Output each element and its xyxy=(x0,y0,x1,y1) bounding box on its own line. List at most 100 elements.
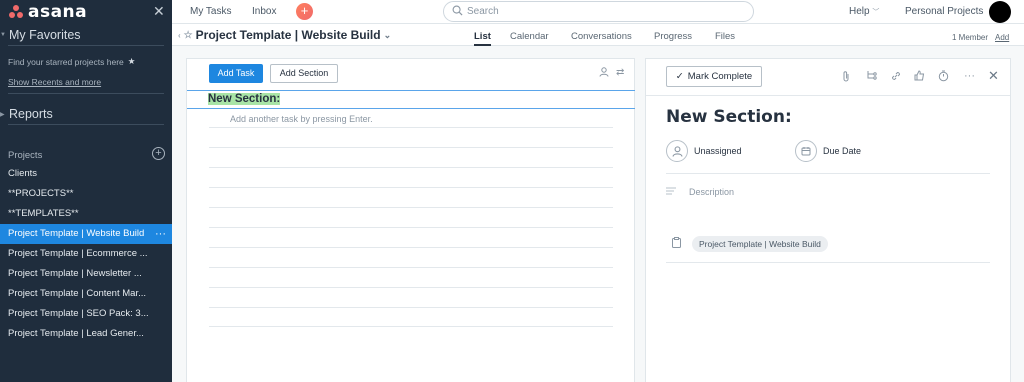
due-date-label: Due Date xyxy=(823,146,862,156)
divider xyxy=(8,45,164,46)
my-tasks-link[interactable]: My Tasks xyxy=(190,6,232,17)
mark-complete-label: Mark Complete xyxy=(687,71,753,82)
timer-icon[interactable] xyxy=(938,70,949,85)
sidebar-project-website-build[interactable]: Project Template | Website Build ··· xyxy=(0,224,172,244)
section-title-text: New Section: xyxy=(208,93,281,105)
description-placeholder: Description xyxy=(689,187,735,197)
search-icon xyxy=(452,5,463,19)
task-row[interactable] xyxy=(209,127,613,128)
chevron-down-icon[interactable]: ⌄ xyxy=(384,30,392,41)
more-options-icon[interactable]: ··· xyxy=(155,224,166,244)
divider xyxy=(8,93,164,94)
like-icon[interactable] xyxy=(914,70,925,84)
tab-files[interactable]: Files xyxy=(715,31,735,42)
projects-label: Projects xyxy=(8,150,43,161)
my-favorites-title: My Favorites xyxy=(9,28,81,42)
star-outline-icon[interactable]: ☆ xyxy=(184,30,193,41)
sidebar-project-newsletter[interactable]: Project Template | Newsletter ... xyxy=(0,264,172,284)
close-icon[interactable]: ✕ xyxy=(988,68,999,84)
link-icon[interactable] xyxy=(890,70,902,85)
add-project-icon[interactable]: + xyxy=(152,147,165,160)
asana-logo-icon xyxy=(8,5,24,19)
add-member-link[interactable]: Add xyxy=(995,33,1009,42)
person-icon xyxy=(666,140,688,162)
person-icon[interactable] xyxy=(599,67,609,80)
task-detail-pane: ✓ Mark Complete ··· ✕ New Section: Unass… xyxy=(645,58,1011,382)
sidebar-project-templates[interactable]: **TEMPLATES** xyxy=(0,204,172,224)
sidebar-project-label: Project Template | Website Build xyxy=(8,228,145,239)
due-date-field[interactable]: Due Date xyxy=(795,140,861,162)
star-icon: ★ xyxy=(127,56,136,66)
help-label: Help xyxy=(849,6,870,17)
assignee-label: Unassigned xyxy=(694,146,742,156)
asana-logo[interactable]: asana xyxy=(8,2,87,22)
project-title-group: ‹ ☆ Project Template | Website Build ⌄ xyxy=(178,28,391,42)
search-bar[interactable] xyxy=(443,1,754,22)
tab-progress[interactable]: Progress xyxy=(654,31,692,42)
show-recents-link[interactable]: Show Recents and more xyxy=(8,77,101,87)
subtask-icon[interactable] xyxy=(866,70,877,84)
reports-header[interactable]: ▶ Reports xyxy=(0,107,53,121)
projects-row: Project Template | Website Build xyxy=(672,236,828,252)
inbox-link[interactable]: Inbox xyxy=(252,6,276,17)
quick-add-icon[interactable]: + xyxy=(296,3,313,20)
expand-triangle-icon: ▶ xyxy=(0,111,5,118)
task-row[interactable] xyxy=(209,307,613,308)
task-row[interactable] xyxy=(209,247,613,248)
close-sidebar-icon[interactable]: ✕ xyxy=(153,3,165,20)
text-lines-icon xyxy=(666,187,676,197)
search-input[interactable] xyxy=(467,6,727,17)
divider xyxy=(666,173,990,174)
sidebar: asana ✕ ▼ My Favorites Find your starred… xyxy=(0,0,172,382)
task-list-pane: Add Task Add Section ⇄ New Section: Add … xyxy=(186,58,635,382)
workspace-switcher[interactable]: Personal Projects xyxy=(905,6,983,17)
favorites-hint-text: Find your starred projects here xyxy=(8,56,124,67)
sidebar-project-seo-pack[interactable]: Project Template | SEO Pack: 3... xyxy=(0,304,172,324)
task-row[interactable] xyxy=(209,147,613,148)
mark-complete-button[interactable]: ✓ Mark Complete xyxy=(666,66,762,87)
task-row[interactable] xyxy=(209,187,613,188)
section-row[interactable]: New Section: xyxy=(187,90,635,109)
sidebar-project-content-marketing[interactable]: Project Template | Content Mar... xyxy=(0,284,172,304)
project-title[interactable]: Project Template | Website Build xyxy=(196,28,381,42)
tab-list[interactable]: List xyxy=(474,31,491,46)
project-tag[interactable]: Project Template | Website Build xyxy=(692,236,828,252)
sidebar-project-clients[interactable]: Clients xyxy=(0,164,172,184)
task-row[interactable] xyxy=(209,207,613,208)
project-header: ‹ ☆ Project Template | Website Build ⌄ L… xyxy=(172,24,1024,46)
sidebar-project-lead-generation[interactable]: Project Template | Lead Gener... xyxy=(0,324,172,344)
sidebar-project-ecommerce[interactable]: Project Template | Ecommerce ... xyxy=(0,244,172,264)
member-count[interactable]: 1 Member xyxy=(952,33,988,42)
task-row[interactable] xyxy=(209,287,613,288)
attachment-icon[interactable] xyxy=(842,70,850,85)
task-row[interactable] xyxy=(209,227,613,228)
task-row[interactable] xyxy=(209,326,613,327)
tab-conversations[interactable]: Conversations xyxy=(571,31,632,42)
swap-icon[interactable]: ⇄ xyxy=(616,67,624,78)
divider xyxy=(646,95,1010,96)
my-favorites-header[interactable]: ▼ My Favorites xyxy=(0,28,81,42)
collapse-triangle-icon: ▼ xyxy=(0,32,6,38)
section-title[interactable]: New Section: xyxy=(208,93,281,105)
brand-name: asana xyxy=(28,2,88,22)
favorites-hint: Find your starred projects here ★ xyxy=(8,56,135,67)
clipboard-icon xyxy=(672,237,681,251)
divider xyxy=(8,124,164,125)
sidebar-project-projects[interactable]: **PROJECTS** xyxy=(0,184,172,204)
avatar[interactable] xyxy=(989,1,1011,23)
help-menu[interactable]: Help ﹀ xyxy=(849,6,879,17)
top-bar: My Tasks Inbox + Help ﹀ Personal Project… xyxy=(172,0,1024,24)
chevron-down-icon: ﹀ xyxy=(872,9,880,16)
tab-calendar[interactable]: Calendar xyxy=(510,31,549,42)
task-title[interactable]: New Section: xyxy=(666,107,792,127)
task-row[interactable] xyxy=(209,167,613,168)
task-row[interactable] xyxy=(209,267,613,268)
chevron-left-icon[interactable]: ‹ xyxy=(178,31,181,40)
add-another-task-hint[interactable]: Add another task by pressing Enter. xyxy=(230,114,373,124)
description-field[interactable]: Description xyxy=(666,187,734,197)
add-task-button[interactable]: Add Task xyxy=(209,64,263,83)
assignee-field[interactable]: Unassigned xyxy=(666,140,742,162)
add-section-button[interactable]: Add Section xyxy=(270,64,338,83)
more-options-icon[interactable]: ··· xyxy=(964,70,975,82)
checkmark-icon: ✓ xyxy=(675,71,684,82)
